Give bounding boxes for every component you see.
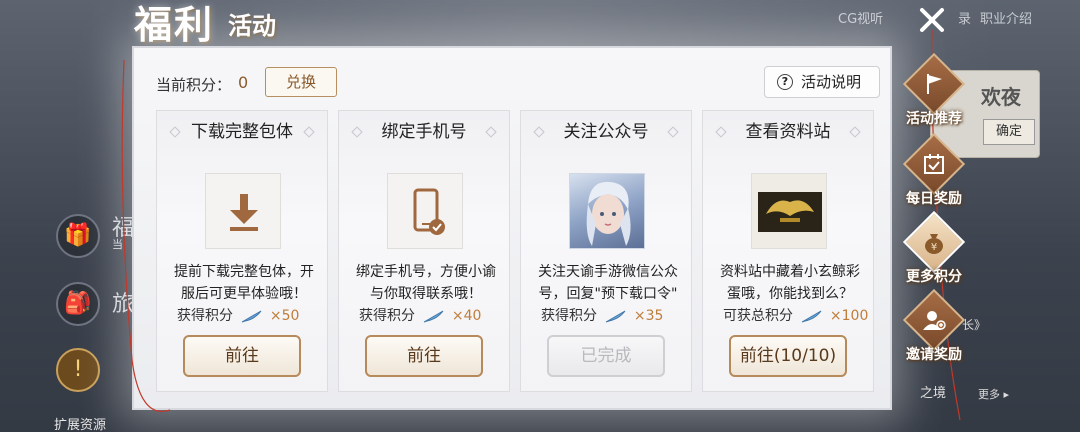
completed-button-follow[interactable]: 已完成: [547, 335, 665, 377]
calendar-check-icon: [924, 154, 944, 174]
activity-info-label: 活动说明: [801, 73, 862, 91]
feather-points-icon: [606, 310, 626, 323]
nav-more-points[interactable]: ¥ 更多积分: [896, 210, 972, 296]
card-title-text: 下载完整包体: [191, 122, 293, 142]
card-title: 下载完整包体: [157, 111, 327, 153]
phone-check-icon: [387, 173, 463, 249]
reward-amount: ×100: [829, 308, 869, 324]
svg-text:¥: ¥: [931, 242, 937, 253]
card-description: 绑定手机号，方便小谕与你取得联系哦！: [356, 264, 496, 302]
card-description: 关注天谕手游微信公众号，回复"预下载口令": [538, 264, 678, 302]
page-title: 福利: [134, 2, 215, 47]
invite-user-icon: [923, 311, 946, 330]
tianyu-logo-image: [751, 173, 827, 249]
card-reward: 获得积分 ×50: [177, 305, 299, 325]
warning-icon: !: [56, 348, 100, 392]
feather-points-icon: [424, 310, 444, 323]
nav-label: 更多积分: [906, 269, 962, 285]
feather-points-icon: [802, 310, 822, 323]
card-description: 资料站中藏着小玄鲸彩蛋哦，你能找到么？: [720, 264, 860, 302]
ornament-icon: [485, 126, 497, 138]
nav-label: 每日奖励: [906, 191, 962, 207]
card-description: 提前下载完整包体，开服后可更早体验哦！: [174, 264, 314, 302]
nav-daily-reward[interactable]: 每日奖励: [896, 132, 972, 218]
reward-label: 可获总积分: [723, 308, 793, 324]
bg-left-label-2: 旅: [112, 292, 135, 317]
reward-amount: ×50: [269, 308, 300, 324]
reward-label: 获得积分: [177, 308, 233, 324]
task-card-info-site: 查看资料站 资料站中藏着小玄鲸彩蛋哦，你能找到么？ 可获总积分 ×100 前往(…: [702, 110, 874, 392]
card-title: 绑定手机号: [339, 111, 509, 153]
activity-panel: 当前积分： 0 兑换 ? 活动说明 下载完整包体 提前下载完整包体，开服后可更早…: [132, 46, 892, 410]
points-value: 0: [238, 73, 249, 92]
flag-icon: [927, 74, 942, 94]
reward-amount: ×40: [451, 308, 482, 324]
ornament-icon: [667, 126, 679, 138]
reward-label: 获得积分: [359, 308, 415, 324]
go-button-info-site[interactable]: 前往(10/10): [729, 335, 847, 377]
task-card-bind-phone: 绑定手机号 绑定手机号，方便小谕与你取得联系哦！ 获得积分 ×40 前往: [338, 110, 510, 392]
task-card-follow-account: 关注公众号 关注天谕手游微信公众号，回复"预下载口令" 获得积分 ×35 已完成: [520, 110, 692, 392]
card-reward: 可获总积分 ×100: [723, 305, 868, 325]
bg-more-label: 更多 ▸: [978, 388, 1010, 401]
points-label: 当前积分：: [156, 76, 232, 94]
close-icon: [920, 8, 944, 32]
card-reward: 获得积分 ×40: [359, 305, 481, 325]
bg-link-record: 录: [958, 12, 972, 27]
bg-confirm-button: 确定: [983, 119, 1035, 145]
go-button-bind-phone[interactable]: 前往: [365, 335, 483, 377]
close-button[interactable]: [916, 4, 948, 36]
ornament-icon: [715, 126, 727, 138]
task-card-download: 下载完整包体 提前下载完整包体，开服后可更早体验哦！ 获得积分 ×50 前往: [156, 110, 328, 392]
go-button-download[interactable]: 前往: [183, 335, 301, 377]
bg-link-cg: CG视听: [838, 12, 884, 27]
feather-points-icon: [242, 310, 262, 323]
money-bag-icon: ¥: [925, 234, 943, 254]
download-icon: [205, 173, 281, 249]
page-subtitle: 活动: [228, 11, 276, 40]
character-portrait-image: [569, 173, 645, 249]
card-title: 查看资料站: [703, 111, 873, 153]
bg-left-sub-1: 当: [112, 238, 123, 251]
nav-label: 邀请奖励: [906, 347, 962, 363]
bg-expand-resources: 扩展资源: [54, 418, 107, 432]
exchange-button[interactable]: 兑换: [265, 67, 337, 97]
bg-link-class: 职业介绍: [980, 12, 1033, 27]
nav-invite-reward[interactable]: 邀请奖励: [896, 288, 972, 374]
card-title-text: 查看资料站: [745, 122, 831, 142]
ornament-icon: [351, 126, 363, 138]
bg-realm-label: 之境: [920, 386, 947, 401]
nav-label: 活动推荐: [906, 111, 962, 127]
reward-amount: ×35: [633, 308, 664, 324]
card-title: 关注公众号: [521, 111, 691, 153]
card-title-text: 关注公众号: [563, 122, 649, 142]
nav-activity-recommend[interactable]: 活动推荐: [896, 52, 972, 138]
ornament-icon: [169, 126, 181, 138]
activity-info-button[interactable]: ? 活动说明: [764, 66, 880, 98]
bg-event-card-title: 欢夜: [981, 85, 1021, 109]
card-reward: 获得积分 ×35: [541, 305, 663, 325]
ornament-icon: [303, 126, 315, 138]
card-title-text: 绑定手机号: [381, 122, 467, 142]
reward-label: 获得积分: [541, 308, 597, 324]
gift-icon: 🎁: [56, 214, 100, 258]
question-icon: ?: [777, 74, 793, 90]
backpack-icon: 🎒: [56, 282, 100, 326]
ornament-icon: [849, 126, 861, 138]
ornament-icon: [533, 126, 545, 138]
